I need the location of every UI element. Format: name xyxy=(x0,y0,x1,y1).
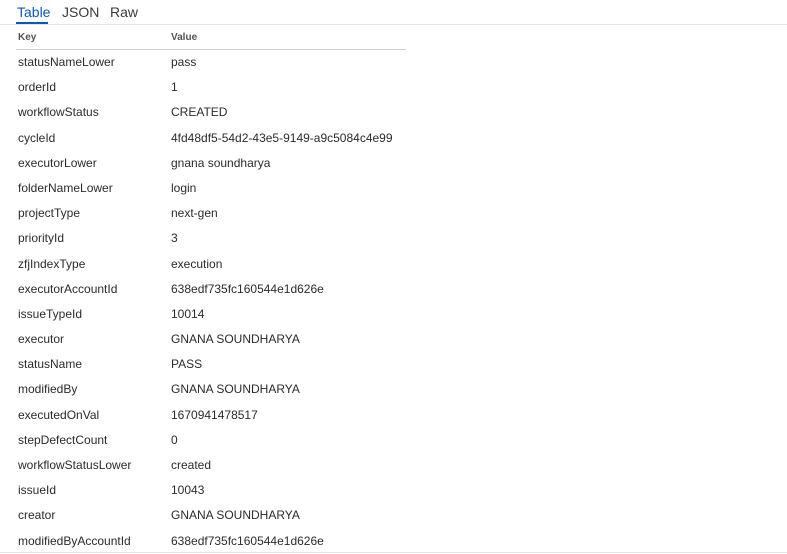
column-header-key: Key xyxy=(18,32,37,43)
row-value: gnana soundharya xyxy=(171,155,271,170)
row-key: orderId xyxy=(18,80,57,95)
table-row: cycleId 4fd48df5-54d2-43e5-9149-a9c5084c4… xyxy=(0,126,787,151)
row-key: cycleId xyxy=(18,130,56,145)
tab-table[interactable]: Table xyxy=(17,4,50,20)
row-key: projectType xyxy=(18,206,81,221)
row-value: 4fd48df5-54d2-43e5-9149-a9c5084c4e99 xyxy=(171,130,393,145)
row-value: 638edf735fc160544e1d626e xyxy=(171,281,324,296)
row-value: CREATED xyxy=(171,105,228,120)
row-key: modifiedBy xyxy=(18,382,78,397)
row-value: GNANA SOUNDHARYA xyxy=(171,382,300,397)
table-row: statusName PASS xyxy=(0,352,787,377)
row-value: 1670941478517 xyxy=(171,407,258,422)
tab-bar: Table JSON Raw xyxy=(0,0,787,25)
row-key: stepDefectCount xyxy=(18,432,108,447)
row-key: issueId xyxy=(18,483,57,498)
table-row: executor GNANA SOUNDHARYA xyxy=(0,327,787,352)
table-row: executorLower gnana soundharya xyxy=(0,151,787,176)
row-value: 0 xyxy=(171,432,178,447)
tab-json[interactable]: JSON xyxy=(62,4,99,20)
table-row: workflowStatusLower created xyxy=(0,453,787,478)
table-row: orderId 1 xyxy=(0,75,787,100)
table-row: folderNameLower login xyxy=(0,176,787,201)
row-value: GNANA SOUNDHARYA xyxy=(171,508,300,523)
row-value: pass xyxy=(171,55,197,69)
row-key: workflowStatus xyxy=(18,105,99,120)
bottom-divider xyxy=(0,552,787,553)
row-key: creator xyxy=(18,508,56,523)
row-key: issueTypeId xyxy=(18,306,83,321)
row-value: execution xyxy=(171,256,223,271)
column-header-value: Value xyxy=(171,32,198,43)
row-value: created xyxy=(171,458,212,472)
row-key: executorAccountId xyxy=(18,281,118,296)
table-row: executedOnVal 1670941478517 xyxy=(0,403,787,428)
table-row: modifiedByAccountId 638edf735fc160544e1d6… xyxy=(0,529,787,554)
row-value: PASS xyxy=(171,357,203,372)
row-key: priorityId xyxy=(18,231,65,246)
row-value: next-gen xyxy=(171,206,218,221)
row-key: zfjIndexType xyxy=(18,256,86,271)
row-key: executor xyxy=(18,332,65,347)
row-value: login xyxy=(171,180,197,195)
row-value: GNANA SOUNDHARYA xyxy=(171,332,300,347)
row-key: statusNameLower xyxy=(18,55,115,69)
row-value: 638edf735fc160544e1d626e xyxy=(171,533,324,548)
row-value: 10043 xyxy=(171,483,205,498)
table-body: statusNameLower pass orderId 1 workflowStatu… xyxy=(0,50,787,554)
row-value: 1 xyxy=(171,80,178,95)
row-key: executedOnVal xyxy=(18,407,100,422)
table-row: zfjIndexType execution xyxy=(0,252,787,277)
row-key: executorLower xyxy=(18,155,97,170)
table-row: creator GNANA SOUNDHARYA xyxy=(0,503,787,528)
row-value: 3 xyxy=(171,231,178,246)
row-key: statusName xyxy=(18,357,83,372)
table-row: stepDefectCount 0 xyxy=(0,428,787,453)
row-key: modifiedByAccountId xyxy=(18,533,131,548)
table-row: projectType next-gen xyxy=(0,201,787,226)
table-row: priorityId 3 xyxy=(0,226,787,251)
table-row: statusNameLower pass xyxy=(0,50,787,75)
table-row: issueTypeId 10014 xyxy=(0,302,787,327)
table-row: executorAccountId 638edf735fc160544e1d626… xyxy=(0,277,787,302)
tab-raw[interactable]: Raw xyxy=(110,4,138,20)
row-key: folderNameLower xyxy=(18,180,113,195)
table-row: issueId 10043 xyxy=(0,478,787,503)
table-row: workflowStatus CREATED xyxy=(0,100,787,125)
table-row: modifiedBy GNANA SOUNDHARYA xyxy=(0,377,787,402)
row-key: workflowStatusLower xyxy=(18,458,132,472)
row-value: 10014 xyxy=(171,306,205,321)
table-header: Key Value xyxy=(0,25,420,50)
